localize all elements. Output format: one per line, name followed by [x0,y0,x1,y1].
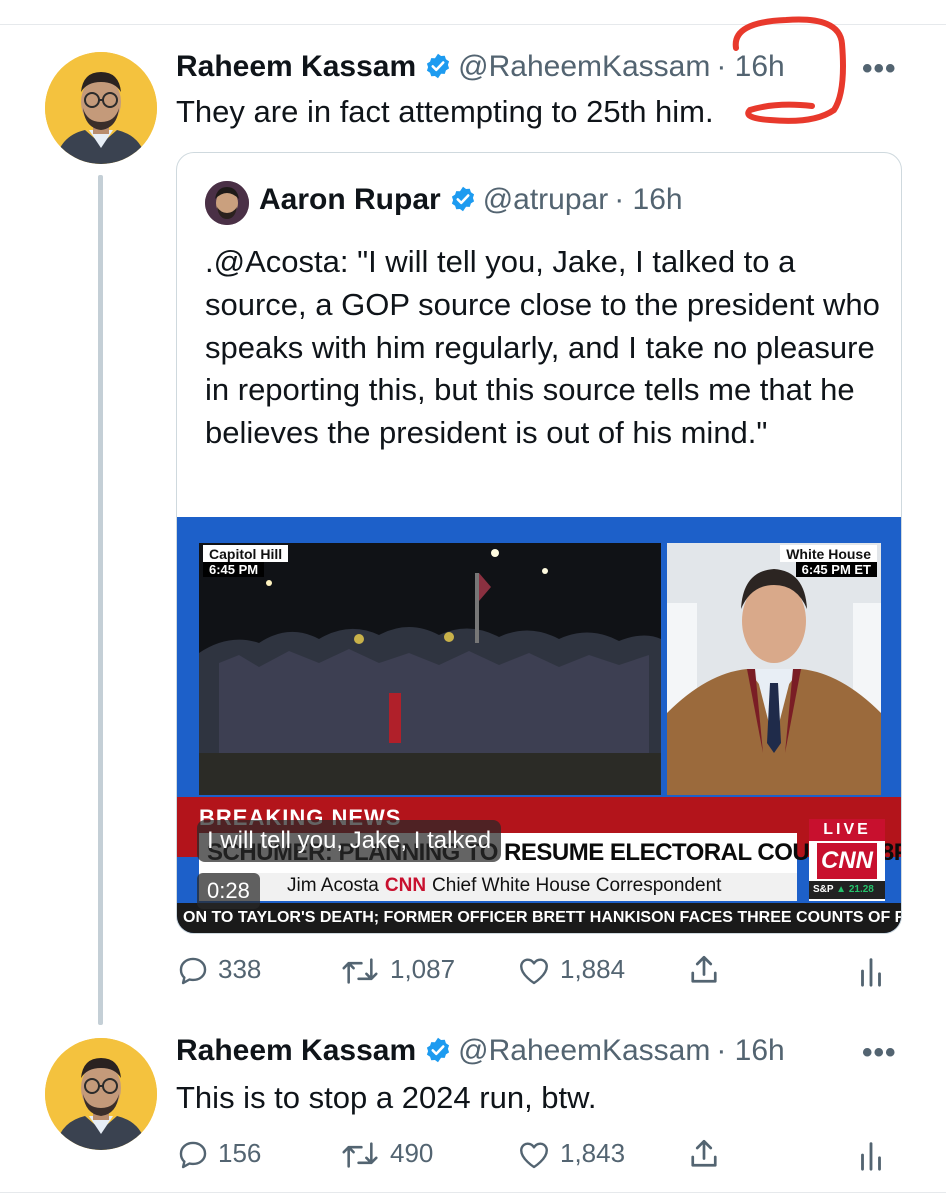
video-right-panel: White House 6:45 PM ET [667,543,881,795]
quoted-tweet[interactable]: Aaron Rupar @atrupar · 16h .@Acosta: "I wi… [176,152,902,934]
ticker-text: ON TO TAYLOR'S DEATH; FORMER OFFICER BRE… [183,909,902,926]
tweet-header: Raheem Kassam @RaheemKassam · 16h [176,50,785,84]
reporter-title: Chief White House Correspondent [432,875,722,896]
quote-avatar[interactable] [205,181,249,225]
author-handle[interactable]: @RaheemKassam [458,1034,710,1067]
market-readout: S&P ▲ 21.28 [809,881,885,899]
avatar[interactable] [45,1038,157,1150]
like-count: 1,843 [560,1138,626,1168]
previous-tweet-actions [0,0,946,6]
verified-icon [427,1037,450,1063]
author-name[interactable]: Raheem Kassam [176,50,416,83]
avatar-image [45,52,157,164]
tweet-text: This is to stop a 2024 run, btw. [176,1080,597,1115]
left-time-label: 6:45 PM [203,562,265,577]
tweet-header: Raheem Kassam @RaheemKassam · 16h [176,1034,785,1068]
share-button[interactable] [686,952,722,988]
reply-icon [179,1141,207,1169]
left-location-label: Capitol Hill [203,545,289,562]
like-button[interactable]: 1,884 [516,954,646,990]
reply-button[interactable]: 338 [176,954,286,990]
analytics-button[interactable] [858,1138,884,1174]
reporter-scene [667,543,881,795]
retweet-icon [342,1142,378,1168]
reply-icon [179,957,207,985]
verified-icon [427,53,450,79]
video-player[interactable]: Capitol Hill 6:45 PM White House 6:45 PM… [177,517,902,933]
market-change: ▲ 21.28 [836,884,874,895]
like-button[interactable]: 1,843 [516,1138,646,1174]
reporter-name: Jim Acosta [287,875,379,896]
thread-line [98,175,103,1025]
live-label: LIVE [809,819,885,841]
avatar[interactable] [45,52,157,164]
author-name[interactable]: Raheem Kassam [176,1034,416,1067]
avatar-image [45,1038,157,1150]
like-count: 1,884 [560,954,626,984]
video-left-panel: Capitol Hill 6:45 PM [199,543,661,795]
quote-time[interactable]: · 16h [614,183,682,216]
right-time-label: 6:45 PM ET [795,562,877,577]
quote-avatar-image [205,181,249,225]
video-duration[interactable]: 0:28 [197,873,260,909]
cnn-logo: CNN [817,843,877,879]
retweet-count: 1,087 [390,954,456,984]
annotation-circle [732,16,846,124]
retweet-button[interactable]: 490 [340,1138,480,1174]
tweet-time[interactable]: · 16h [716,1034,784,1067]
right-location-label: White House [780,545,877,562]
market-name: S&P [813,884,834,895]
reply-button[interactable]: 156 [176,1138,286,1174]
retweet-count: 490 [390,1138,434,1168]
tweet-text: They are in fact attempting to 25th him. [176,94,714,129]
like-icon [520,1142,548,1169]
share-icon [691,1139,717,1167]
like-icon [520,958,548,985]
quote-text: .@Acosta: "I will tell you, Jake, I talk… [205,244,880,451]
reply-count: 338 [218,954,262,984]
retweet-button[interactable]: 1,087 [340,954,480,990]
divider [0,1192,946,1193]
share-icon [691,955,717,983]
more-icon[interactable]: ••• [862,52,897,86]
quote-author-handle[interactable]: @atrupar [483,183,609,216]
more-icon[interactable]: ••• [862,1036,897,1070]
analytics-icon [861,1142,881,1171]
author-handle[interactable]: @RaheemKassam [458,50,710,83]
video-caption: I will tell you, Jake, I talked [197,820,502,862]
analytics-icon [861,958,881,987]
verified-icon [451,186,474,212]
quote-header: Aaron Rupar @atrupar · 16h [259,183,683,217]
analytics-button[interactable] [858,954,884,990]
quote-author-name[interactable]: Aaron Rupar [259,183,441,216]
network-name: CNN [384,875,427,896]
name-strap: Jim Acosta CNN Chief White House Correspon… [287,875,721,897]
share-button[interactable] [686,1136,722,1172]
retweet-icon [342,958,378,984]
reply-count: 156 [218,1138,262,1168]
crowd-scene [199,543,661,795]
